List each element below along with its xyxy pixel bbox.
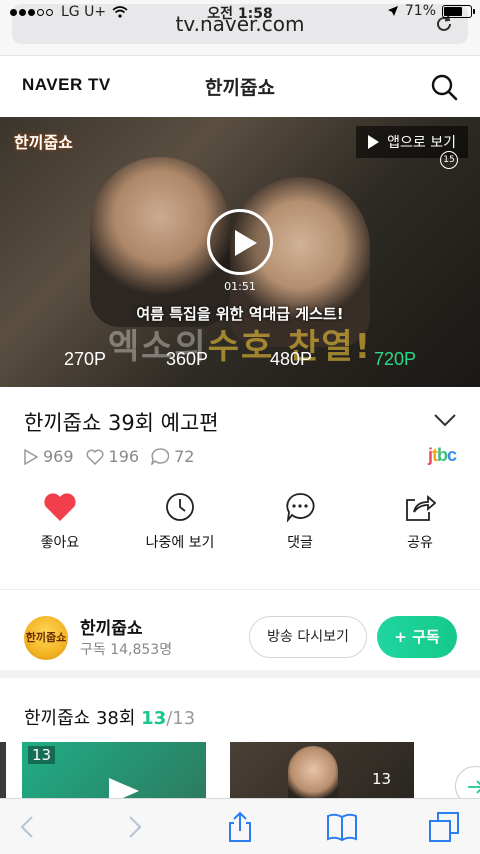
video-info: 한끼줍쇼 39회 예고편 969 196 72 jtbc <box>0 387 480 482</box>
heart-icon <box>44 493 76 521</box>
replay-broadcast-button[interactable]: 방송 다시보기 <box>249 616 367 658</box>
browser-top-bar: tv.naver.com LG U+ 오전 1:58 71% <box>0 0 480 56</box>
play-outline-icon <box>24 448 38 465</box>
search-icon[interactable] <box>430 73 458 101</box>
like-count: 196 <box>86 447 140 466</box>
watch-later-button[interactable]: 나중에 보기 <box>120 492 240 552</box>
like-count-value: 196 <box>108 447 140 466</box>
episode-number: 13 <box>372 770 392 788</box>
play-icon <box>109 778 139 798</box>
share-icon <box>406 495 436 521</box>
location-arrow-icon <box>387 6 398 16</box>
quality-option[interactable]: 480P <box>246 349 336 370</box>
bookmarks-icon[interactable] <box>326 811 358 843</box>
comment-outline-icon <box>151 448 170 465</box>
channel-row: 한끼줍쇼 한끼줍쇼 구독 14,853명 방송 다시보기 + 구독 <box>0 596 480 678</box>
play-button[interactable] <box>207 209 273 275</box>
episode-thumbnail-partial[interactable] <box>0 742 6 798</box>
episode-current: 13 <box>141 708 167 729</box>
battery-icon <box>442 4 475 18</box>
battery-fill <box>444 6 463 16</box>
channel-name[interactable]: 한끼줍쇼 <box>80 614 143 639</box>
status-bar: LG U+ 오전 1:58 71% <box>0 0 480 22</box>
scroll-next-button[interactable] <box>455 766 480 798</box>
thumbnail-face <box>288 746 338 798</box>
episode-list-title: 한끼줍쇼 38회 13/13 <box>24 704 195 730</box>
like-button[interactable]: 좋아요 <box>0 492 120 552</box>
quality-option[interactable]: 360P <box>142 349 232 370</box>
like-label: 좋아요 <box>40 535 80 551</box>
play-count-value: 969 <box>43 447 74 466</box>
age-rating-badge: 15 <box>440 151 458 169</box>
show-logo: 한끼줍쇼 <box>14 133 73 152</box>
logo-letter: c <box>446 445 457 465</box>
action-bar: 좋아요 나중에 보기 댓글 공유 <box>0 482 480 590</box>
share-sheet-icon[interactable] <box>224 811 256 843</box>
video-duration: 01:51 <box>224 280 256 293</box>
episode-thumbnail[interactable]: 13 <box>230 742 414 798</box>
quality-option[interactable]: 270P <box>40 349 130 370</box>
arrow-right-icon <box>468 780 480 794</box>
share-button[interactable]: 공유 <box>360 492 480 552</box>
quality-selector: 270P 360P 480P 720P <box>0 349 480 375</box>
browser-toolbar <box>0 798 480 854</box>
comment-count: 72 <box>151 447 194 466</box>
video-title: 한끼줍쇼 39회 예고편 <box>24 411 219 435</box>
episode-total: /13 <box>166 708 196 729</box>
battery-percent: 71% <box>404 3 436 19</box>
episode-thumbnail[interactable]: 13 <box>22 742 206 798</box>
episode-title-text: 한끼줍쇼 38회 <box>24 708 136 729</box>
video-stats: 969 196 72 <box>24 447 194 466</box>
forward-icon[interactable] <box>118 811 150 843</box>
logo-letter: b <box>436 445 448 465</box>
play-small-icon <box>368 135 380 149</box>
video-player[interactable]: 한끼줍쇼 앱으로 보기 15 01:51 여름 특집을 위한 역대급 게스트! … <box>0 117 480 387</box>
episode-list: 한끼줍쇼 38회 13/13 13 13 <box>0 686 480 798</box>
quality-option[interactable]: 720P <box>350 349 440 370</box>
play-icon <box>235 230 257 256</box>
episode-number: 13 <box>28 746 56 764</box>
page-title: 한끼줍쇼 <box>205 77 275 99</box>
tabs-icon[interactable] <box>428 811 460 843</box>
back-icon[interactable] <box>12 811 44 843</box>
broadcaster-logo[interactable]: jtbc <box>428 445 457 466</box>
subscribe-button[interactable]: + 구독 <box>377 616 457 658</box>
chevron-down-icon[interactable] <box>434 413 456 427</box>
heart-outline-icon <box>86 449 104 465</box>
open-in-app-label: 앱으로 보기 <box>387 135 456 151</box>
site-header: NAVER TV 한끼줍쇼 <box>0 57 480 117</box>
share-label: 공유 <box>407 535 433 551</box>
comment-count-value: 72 <box>174 447 195 466</box>
channel-avatar[interactable]: 한끼줍쇼 <box>24 616 68 660</box>
play-count: 969 <box>24 447 74 466</box>
comment-label: 댓글 <box>287 535 313 551</box>
comment-button[interactable]: 댓글 <box>240 492 360 552</box>
clock-icon <box>166 493 194 521</box>
subscriber-count: 구독 14,853명 <box>80 642 173 658</box>
watch-later-label: 나중에 보기 <box>145 535 215 551</box>
comment-icon <box>286 493 315 522</box>
